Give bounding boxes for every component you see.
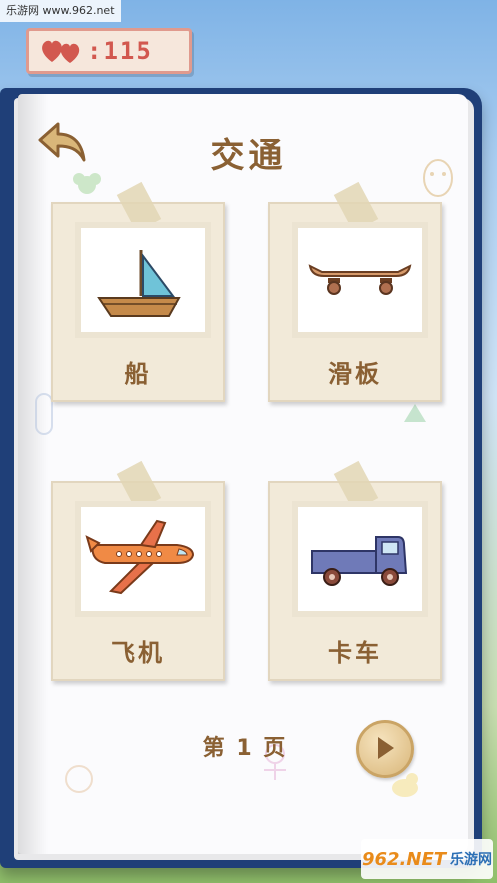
next-page-button[interactable] [356, 720, 414, 778]
hearts-count: :115 [87, 37, 153, 65]
skateboard-icon [308, 264, 412, 295]
page-number: 第 1 页 [202, 736, 288, 761]
watermark-text: 乐游网 [450, 852, 493, 868]
doodle-triangle-icon [404, 404, 426, 422]
card-image-frame [75, 222, 211, 338]
truck-icon [311, 536, 408, 586]
card-label: 卡车 [328, 639, 382, 667]
card-label: 飞机 [111, 639, 165, 667]
card-image-frame [292, 501, 428, 617]
play-icon [378, 737, 394, 759]
card-image-frame [75, 501, 211, 617]
card-boat[interactable]: 船 [51, 181, 225, 402]
hearts-counter: :115 [26, 28, 192, 74]
page-title: 交通 [210, 136, 287, 176]
book-spine [18, 94, 48, 854]
airplane-icon [85, 519, 195, 595]
card-label: 船 [124, 360, 152, 388]
card-skateboard[interactable]: 滑板 [268, 181, 442, 402]
sailboat-icon [97, 250, 181, 317]
card-airplane[interactable]: 飞机 [51, 460, 225, 681]
hearts-icon [42, 40, 80, 63]
site-watermark-top: 乐游网 www.962.net [0, 0, 121, 22]
card-truck[interactable]: 卡车 [268, 460, 442, 681]
card-image-frame [292, 222, 428, 338]
doodle-shell-icon [65, 765, 93, 793]
watermark-logo: 962.NET [361, 848, 447, 870]
site-watermark-bottom: 962.NET 乐游网 [361, 839, 493, 879]
card-label: 滑板 [328, 360, 382, 388]
